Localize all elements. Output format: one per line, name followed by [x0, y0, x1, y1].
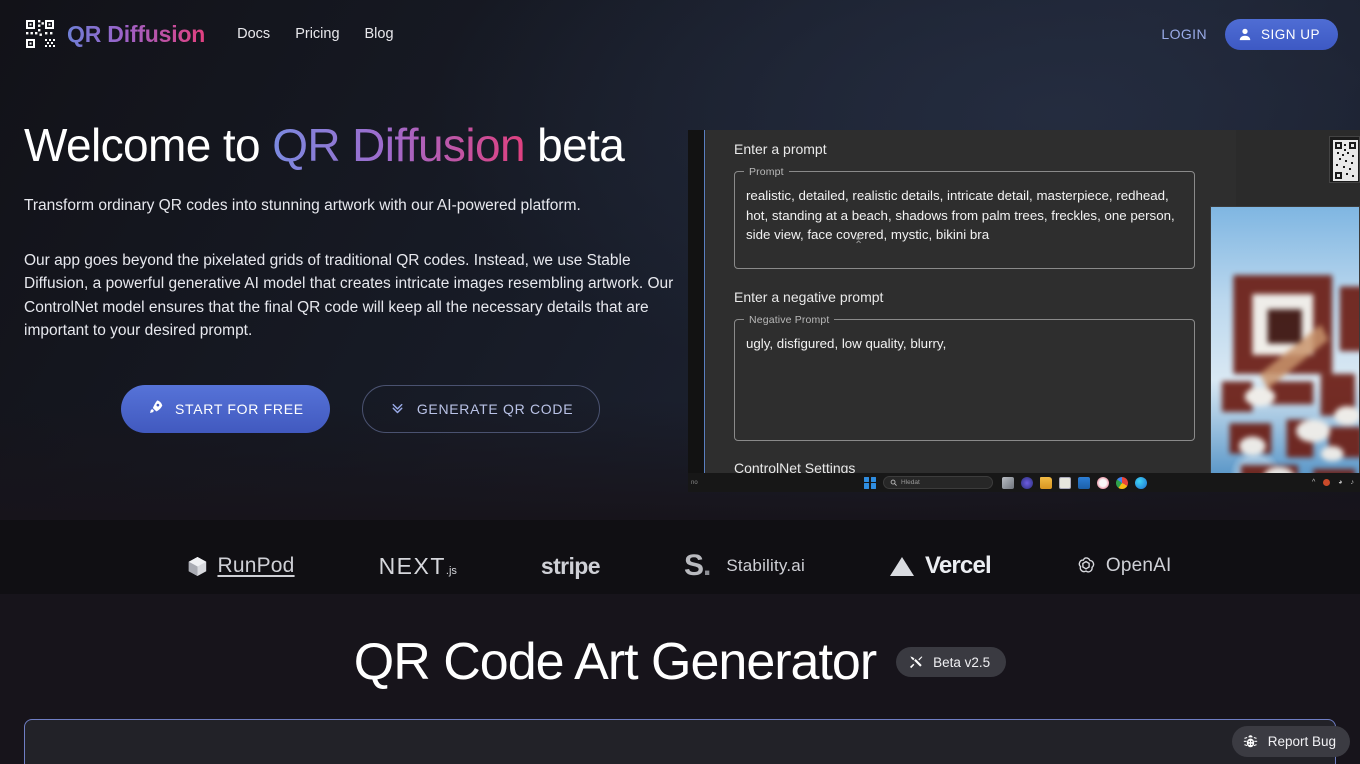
report-bug-label: Report Bug: [1267, 734, 1336, 749]
generate-qr-code-button[interactable]: GENERATE QR CODE: [361, 384, 601, 433]
generate-qr-code-label: GENERATE QR CODE: [416, 400, 574, 417]
mail-icon[interactable]: [1078, 476, 1090, 489]
taskbar-search-placeholder: Hledat: [901, 479, 920, 486]
antivirus-icon[interactable]: [1323, 479, 1331, 486]
nav-actions: LOGIN SIGN UP: [1161, 18, 1338, 50]
partner-logos-strip: RunPod NEXT.js stripe S. Stability.ai Ve…: [0, 538, 1360, 594]
start-for-free-button[interactable]: START FOR FREE: [121, 384, 330, 433]
nav-links: Docs Pricing Blog: [237, 26, 393, 42]
volume-icon[interactable]: ♪: [1351, 479, 1355, 486]
sign-up-button[interactable]: SIGN UP: [1224, 18, 1338, 50]
preview-left-gutter: [688, 130, 705, 492]
hero-title-suffix: beta: [524, 119, 625, 171]
qr-thumbnail[interactable]: [1329, 136, 1360, 183]
triangle-icon: [889, 556, 914, 576]
generator-title: QR Code Art Generator: [353, 633, 877, 691]
top-navigation-bar: QR Diffusion Docs Pricing Blog LOGIN SIG…: [0, 0, 1360, 68]
partner-openai-label: OpenAI: [1105, 555, 1172, 576]
stability-s-icon: S.: [683, 549, 711, 582]
generator-title-row: QR Code Art Generator Beta v2.5: [0, 594, 1360, 692]
status-badge-label: Beta v2.5: [933, 654, 991, 670]
openai-swirl-icon: [1078, 557, 1095, 573]
page-root: QR Diffusion Docs Pricing Blog LOGIN SIG…: [0, 0, 1360, 764]
wifi-icon[interactable]: ◕: [1338, 479, 1342, 486]
task-view-icon[interactable]: [1002, 476, 1014, 489]
taskbar-app-icons: [1002, 476, 1147, 489]
report-bug-button[interactable]: Report Bug: [1231, 726, 1350, 757]
qr-code-icon: [24, 18, 56, 50]
generator-section: QR Code Art Generator Beta v2.5: [0, 594, 1360, 764]
partner-runpod[interactable]: RunPod: [188, 554, 294, 578]
taskbar-system-tray: ^ ◕ ♪: [1312, 479, 1354, 486]
nav-link-blog[interactable]: Blog: [365, 26, 394, 42]
negative-prompt-heading: Enter a negative prompt: [734, 289, 884, 305]
rocket-icon: [147, 399, 164, 419]
negative-prompt-value: ugly, disfigured, low quality, blurry,: [746, 336, 947, 351]
generator-panel[interactable]: [24, 719, 1336, 764]
qr-thumbnail-icon: [1333, 140, 1358, 181]
text-cursor-icon: ⌆: [854, 234, 864, 246]
negative-prompt-legend: Negative Prompt: [744, 313, 835, 329]
prompt-input[interactable]: Prompt realistic, detailed, realistic de…: [734, 165, 1195, 269]
start-for-free-label: START FOR FREE: [175, 400, 304, 417]
nav-link-docs[interactable]: Docs: [237, 26, 270, 42]
tools-icon: [910, 656, 923, 669]
partner-nextjs-label: NEXT.js: [378, 552, 457, 579]
edge-icon[interactable]: [1135, 476, 1147, 489]
microsoft-store-icon[interactable]: [1059, 476, 1071, 489]
double-chevron-down-icon: [389, 399, 406, 419]
person-icon: [1238, 27, 1252, 41]
windows-taskbar: no Hledat ^ ◕ ♪: [688, 473, 1360, 492]
hero-title-prefix: Welcome to: [24, 119, 273, 171]
qr-art-pattern: [1222, 275, 1359, 492]
bug-icon: [1243, 735, 1257, 748]
partner-vercel-label: Vercel: [924, 552, 992, 579]
file-explorer-icon[interactable]: [1040, 476, 1052, 489]
partner-stripe-label: stripe: [540, 552, 601, 579]
nav-link-pricing[interactable]: Pricing: [295, 26, 339, 42]
windows-start-icon[interactable]: [864, 476, 876, 489]
hero-subtitle: Transform ordinary QR codes into stunnin…: [24, 196, 581, 214]
hero-section: Welcome to QR Diffusion beta Transform o…: [24, 119, 684, 433]
hero-body-text: Our app goes beyond the pixelated grids …: [24, 251, 674, 340]
chrome-icon[interactable]: [1116, 476, 1128, 489]
partner-stability-label: Stability.ai: [726, 556, 805, 575]
partner-stability[interactable]: S. Stability.ai: [684, 549, 805, 583]
brand-logo[interactable]: QR Diffusion: [24, 18, 205, 50]
prompt-legend: Prompt: [744, 165, 789, 181]
prompt-value: realistic, detailed, realistic details, …: [746, 188, 1175, 243]
taskbar-search-box[interactable]: Hledat: [883, 476, 993, 489]
taskbar-left-text: no: [691, 479, 698, 486]
hero-title-gradient: QR Diffusion: [272, 119, 525, 171]
cube-icon: [189, 556, 207, 576]
prompt-heading: Enter a prompt: [734, 141, 827, 157]
sign-up-label: SIGN UP: [1260, 26, 1320, 42]
search-icon: [890, 479, 897, 486]
hero-cta-row: START FOR FREE GENERATE QR CODE: [24, 384, 684, 433]
brand-name: QR Diffusion: [67, 20, 206, 47]
partner-stripe[interactable]: stripe: [540, 552, 601, 580]
status-badge: Beta v2.5: [896, 647, 1007, 677]
preview-settings-panel: Enter a prompt Prompt realistic, detaile…: [706, 130, 1236, 492]
generated-qr-artwork: [1210, 206, 1360, 492]
partner-runpod-label: RunPod: [217, 554, 295, 577]
app-preview-screenshot: Enter a prompt Prompt realistic, detaile…: [688, 130, 1360, 492]
login-link[interactable]: LOGIN: [1161, 26, 1207, 42]
widgets-icon[interactable]: [1021, 476, 1033, 489]
chevron-up-icon[interactable]: ^: [1312, 479, 1315, 486]
page-title: Welcome to QR Diffusion beta: [24, 119, 684, 172]
negative-prompt-input[interactable]: Negative Prompt ugly, disfigured, low qu…: [734, 313, 1195, 441]
partner-openai[interactable]: OpenAI: [1075, 555, 1172, 577]
taskbar-center: Hledat: [864, 476, 993, 489]
partner-nextjs[interactable]: NEXT.js: [379, 553, 457, 580]
partner-vercel[interactable]: Vercel: [889, 552, 992, 580]
music-icon[interactable]: [1097, 476, 1109, 489]
